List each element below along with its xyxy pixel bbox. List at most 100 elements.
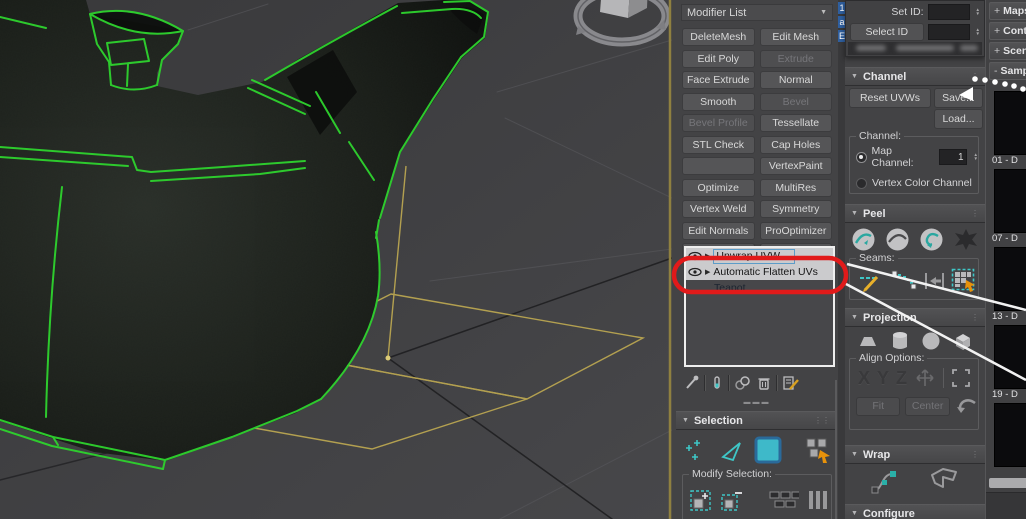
select-by-element-icon[interactable]: [804, 436, 834, 464]
map-channel-radio[interactable]: [856, 151, 867, 163]
sample-thumbnail[interactable]: [994, 247, 1026, 311]
align-y-button[interactable]: Y: [877, 368, 889, 389]
expand-arrow-icon[interactable]: ▶: [705, 268, 710, 276]
rollout-header-scene[interactable]: +Scene: [989, 42, 1026, 60]
modifier-button-vertex-weld[interactable]: Vertex Weld: [682, 200, 755, 218]
modifier-button-face-extrude[interactable]: Face Extrude: [682, 71, 755, 89]
spinner-icon[interactable]: ▲ ▼: [976, 7, 980, 16]
rollout-header-maps[interactable]: +Maps: [989, 2, 1026, 20]
sample-thumbnail[interactable]: [994, 91, 1026, 155]
modifier-button-bevel[interactable]: Bevel: [759, 92, 832, 111]
sample-thumbnail[interactable]: [994, 325, 1026, 389]
pin-stack-icon[interactable]: [684, 375, 700, 391]
horizontal-scrollbar[interactable]: [989, 478, 1026, 488]
modifier-button-optimize[interactable]: Optimize: [682, 178, 755, 197]
map-channel-label: Map Channel:: [871, 145, 914, 169]
unfold-strip-icon[interactable]: [928, 466, 960, 494]
peel-mode-icon[interactable]: [885, 227, 910, 252]
modifier-button-prooptimizer[interactable]: ProOptimizer: [759, 221, 832, 240]
configure-rollout-header[interactable]: ▼ Configure: [845, 504, 985, 519]
vertex-color-radio[interactable]: [856, 177, 867, 189]
shrink-selection-icon[interactable]: [720, 487, 743, 513]
align-options-group: Align Options: X Y Z Fit Center: [849, 352, 979, 430]
visibility-eye-icon[interactable]: [688, 267, 702, 277]
viewport[interactable]: [0, 0, 672, 519]
selection-rollout-header[interactable]: ▼ Selection ⋮⋮: [676, 411, 836, 430]
rollout-title: Control: [1003, 25, 1026, 37]
point-to-point-seam-icon[interactable]: [890, 269, 917, 293]
modifier-list-dropdown[interactable]: Modifier List ▼: [681, 4, 833, 21]
load-uvws-button[interactable]: Load...: [934, 109, 983, 129]
vertex-mode-icon[interactable]: [684, 437, 710, 463]
stack-row-automatic-flatten-uvs[interactable]: ▶ Automatic Flatten UVs: [686, 264, 833, 280]
collapse-arrow-icon: ▼: [851, 451, 858, 458]
modifier-button-bevel-profile[interactable]: Bevel Profile: [682, 114, 755, 132]
fit-button[interactable]: Fit: [856, 396, 901, 416]
modifier-button-normal[interactable]: Normal: [759, 71, 832, 89]
visibility-eye-icon[interactable]: [688, 251, 702, 261]
collapse-arrow-icon: ▼: [851, 210, 858, 217]
spinner-icon[interactable]: ▲ ▼: [976, 27, 980, 36]
modifier-button-edit-mesh[interactable]: Edit Mesh: [759, 28, 832, 46]
remove-modifier-icon[interactable]: [756, 375, 772, 391]
edit-seams-icon[interactable]: [858, 269, 884, 293]
planar-map-icon[interactable]: [857, 331, 879, 351]
projection-rollout-header[interactable]: ▼ Projection ⋮: [845, 308, 985, 327]
center-button[interactable]: Center: [905, 396, 950, 416]
sample-thumbnail[interactable]: [994, 169, 1026, 233]
expand-arrow-icon[interactable]: ▶: [705, 252, 710, 260]
modifier-button-vertexpaint[interactable]: VertexPaint: [759, 157, 832, 175]
make-unique-icon[interactable]: [734, 375, 752, 391]
rollout-header-control[interactable]: +Control: [989, 22, 1026, 40]
set-id-field[interactable]: [927, 4, 970, 20]
modifier-button-stl-check[interactable]: STL Check: [682, 135, 755, 154]
stack-row-teapot[interactable]: Teapot: [686, 280, 833, 296]
channel-rollout-header[interactable]: ▼ Channel ⋮: [845, 67, 985, 86]
align-reset-icon[interactable]: [955, 396, 978, 416]
modifier-button-deletemesh[interactable]: DeleteMesh: [682, 28, 755, 46]
expand-to-seams-icon[interactable]: [951, 268, 978, 294]
modifier-button-multires[interactable]: MultiRes: [759, 178, 832, 197]
quick-peel-icon[interactable]: [851, 227, 876, 252]
ring-selection-icon[interactable]: [769, 488, 800, 512]
modifier-button-smooth[interactable]: Smooth: [682, 92, 755, 111]
spline-map-icon[interactable]: [870, 466, 900, 494]
modifier-button-extrude[interactable]: Extrude: [759, 49, 832, 68]
modifier-button-symmetry[interactable]: Symmetry: [759, 200, 832, 218]
panel-scrollbar[interactable]: [835, 380, 837, 519]
pelt-map-icon[interactable]: [953, 227, 979, 252]
polygon-mode-icon[interactable]: [719, 437, 745, 463]
rollout-header-sample[interactable]: -Sample: [989, 62, 1026, 80]
show-end-result-icon[interactable]: [710, 375, 724, 391]
modifier-stack[interactable]: ▶ Unwrap UVW ▶ Automatic Flatten UVs Teapot: [684, 246, 835, 367]
view-align-icon[interactable]: [951, 368, 971, 388]
loop-selection-icon[interactable]: [807, 488, 827, 512]
peel-reset-icon[interactable]: [919, 227, 944, 252]
modifier-button-blank[interactable]: [682, 157, 755, 175]
align-z-button[interactable]: Z: [896, 368, 907, 389]
spinner-icon[interactable]: ▲ ▼: [974, 152, 978, 161]
map-channel-value[interactable]: 1: [938, 149, 967, 165]
cylindrical-map-icon[interactable]: [890, 330, 910, 352]
align-x-button[interactable]: X: [858, 368, 870, 389]
configure-modifier-sets-icon[interactable]: [782, 375, 800, 391]
element-mode-icon[interactable]: [754, 436, 782, 464]
wrap-rollout-header[interactable]: ▼ Wrap ⋮: [845, 445, 985, 464]
modifier-button-edit-poly[interactable]: Edit Poly: [682, 49, 755, 68]
reset-uvws-button[interactable]: Reset UVWs: [849, 88, 931, 108]
sample-thumbnail[interactable]: [994, 403, 1026, 467]
best-align-icon[interactable]: [914, 367, 936, 389]
box-map-icon[interactable]: [952, 330, 974, 352]
select-id-button[interactable]: Select ID: [850, 23, 924, 41]
panel-resize-handle[interactable]: ▬▬▬: [676, 399, 838, 406]
save-uvws-button[interactable]: Save...: [934, 88, 983, 108]
modifier-button-tessellate[interactable]: Tessellate: [759, 114, 832, 132]
peel-rollout-header[interactable]: ▼ Peel ⋮: [845, 204, 985, 223]
grow-selection-icon[interactable]: [689, 487, 712, 513]
select-id-field[interactable]: [927, 24, 970, 40]
modifier-button-edit-normals[interactable]: Edit Normals: [682, 221, 755, 240]
stack-row-unwrap-uvw[interactable]: ▶ Unwrap UVW: [686, 248, 833, 264]
convert-edge-to-seam-icon[interactable]: [923, 270, 945, 292]
spherical-map-icon[interactable]: [921, 331, 941, 351]
modifier-button-cap-holes[interactable]: Cap Holes: [759, 135, 832, 154]
